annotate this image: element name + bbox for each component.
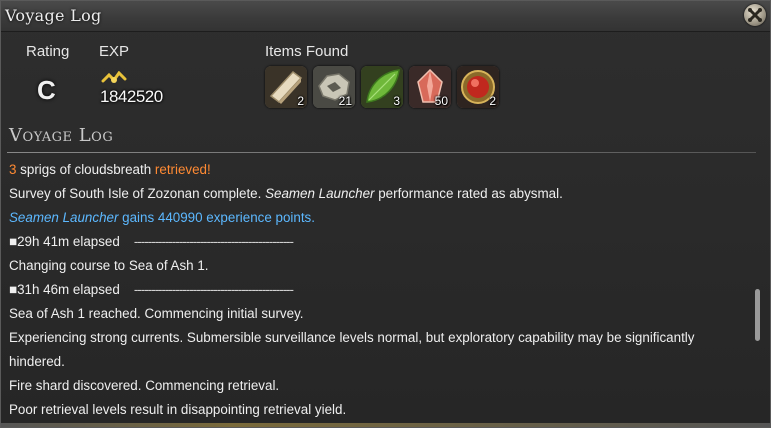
close-icon [748,8,762,22]
title-bar[interactable]: Voyage Log [1,1,770,32]
bottom-border [1,423,770,427]
exp-label: EXP [99,43,130,60]
item-slot[interactable]: 50 [409,66,451,108]
log-text: performance rated as abysmal. [374,186,563,201]
item-slot[interactable]: 21 [313,66,355,108]
item-quantity: 2 [489,94,496,108]
rating-value: C [37,75,56,105]
item-quantity: 3 [393,94,400,108]
window-title: Voyage Log [5,6,102,25]
exp-value: 1842520 [100,87,163,106]
log-line: Fire shard discovered. Commencing retrie… [9,378,280,393]
log-scrollbar[interactable] [755,289,760,341]
item-quantity: 50 [434,94,448,108]
log-text: Survey of South Isle of Zozonan complete… [9,186,266,201]
elapsed-time: 31h 46m elapsed [17,282,120,297]
voyage-log-section-title: Voyage Log [9,125,114,146]
elapsed-time: 29h 41m elapsed [17,234,120,249]
log-line: hindered. [9,354,65,369]
dash-separator: ----------------------------------------… [133,234,294,249]
rating-label: Rating [26,43,70,60]
submersible-name: Seamen Launcher [265,186,375,201]
voyage-log-window: Voyage Log Rating EXP Items Found C 1842… [0,0,771,428]
log-status: retrieved! [154,162,211,177]
log-line: ■31h 46m elapsed ------------------------… [9,278,749,302]
item-slot[interactable]: 3 [361,66,403,108]
log-line: ■29h 41m elapsed ------------------------… [9,230,749,254]
item-slot[interactable]: 2 [457,66,499,108]
square-bullet-icon: ■ [9,282,18,297]
submersible-name: Seamen Launcher [9,210,119,225]
items-found-list: 2 21 3 50 2 [265,66,505,108]
section-divider [7,152,756,153]
log-text: gains 440990 experience points. [118,210,315,225]
log-line: Changing course to Sea of Ash 1. [9,258,209,273]
log-line: Seamen Launcher gains 440990 experience … [9,206,749,230]
square-bullet-icon: ■ [9,234,18,249]
close-button[interactable] [744,4,766,26]
items-found-label: Items Found [265,43,349,60]
log-line: Experiencing strong currents. Submersibl… [9,330,695,345]
dash-separator: ----------------------------------------… [133,282,294,297]
item-slot[interactable]: 2 [265,66,307,108]
item-quantity: 21 [338,94,352,108]
log-line: 3 sprigs of cloudsbreath retrieved! [9,158,749,182]
log-text: sprigs of cloudsbreath [16,162,155,177]
voyage-log-text: 3 sprigs of cloudsbreath retrieved! Surv… [9,158,749,422]
log-line: Survey of South Isle of Zozonan complete… [9,182,749,206]
log-line: Poor retrieval levels result in disappoi… [9,402,347,417]
log-line: Sea of Ash 1 reached. Commencing initial… [9,306,304,321]
item-quantity: 2 [297,94,304,108]
